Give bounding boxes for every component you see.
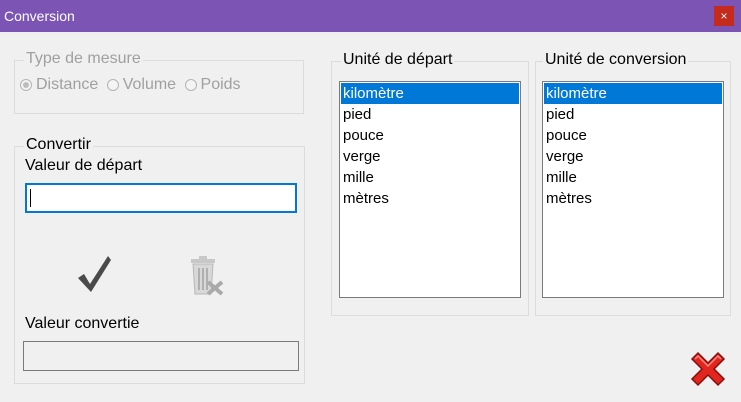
window-close-button[interactable]: × (714, 6, 734, 26)
radio-volume[interactable]: Volume (106, 76, 177, 94)
measure-type-legend: Type de mesure (24, 50, 143, 68)
radio-poids-label: Poids (200, 76, 241, 93)
target-unit-option[interactable]: verge (544, 146, 722, 167)
window-title: Conversion (4, 8, 75, 24)
target-unit-option[interactable]: kilomètre (544, 83, 722, 104)
converted-value-output (23, 341, 299, 371)
start-unit-option[interactable]: mille (341, 167, 519, 188)
start-unit-option[interactable]: pouce (341, 125, 519, 146)
title-bar: Conversion × (0, 0, 741, 32)
convert-legend: Convertir (24, 136, 93, 154)
radio-volume-label: Volume (122, 76, 177, 93)
target-unit-option[interactable]: pied (544, 104, 722, 125)
start-unit-option[interactable]: kilomètre (341, 83, 519, 104)
start-unit-option[interactable]: verge (341, 146, 519, 167)
checkmark-icon[interactable] (76, 254, 112, 294)
radio-volume-indicator (106, 79, 119, 91)
target-unit-option[interactable]: pouce (544, 125, 722, 146)
converted-value-label: Valeur convertie (25, 315, 140, 332)
target-unit-option[interactable]: mille (544, 167, 722, 188)
trash-clear-icon[interactable] (189, 256, 225, 296)
start-unit-option[interactable]: pied (341, 104, 519, 125)
radio-distance[interactable]: Distance (20, 76, 98, 94)
radio-poids[interactable]: Poids (184, 76, 241, 94)
start-value-label: Valeur de départ (25, 157, 143, 174)
start-unit-listbox[interactable]: kilomètre pied pouce verge mille mètres (339, 81, 521, 298)
measure-type-options: Distance Volume Poids (20, 76, 245, 96)
start-unit-legend: Unité de départ (341, 51, 455, 69)
start-value-input[interactable] (25, 183, 297, 213)
radio-poids-indicator (184, 79, 197, 91)
target-unit-legend: Unité de conversion (543, 51, 689, 69)
radio-distance-indicator (20, 79, 32, 91)
start-unit-option[interactable]: mètres (341, 188, 519, 209)
target-unit-option[interactable]: mètres (544, 188, 722, 209)
target-unit-listbox[interactable]: kilomètre pied pouce verge mille mètres (542, 81, 724, 298)
text-caret (30, 189, 31, 207)
radio-distance-label: Distance (36, 76, 99, 93)
red-x-close-icon[interactable] (686, 347, 730, 391)
